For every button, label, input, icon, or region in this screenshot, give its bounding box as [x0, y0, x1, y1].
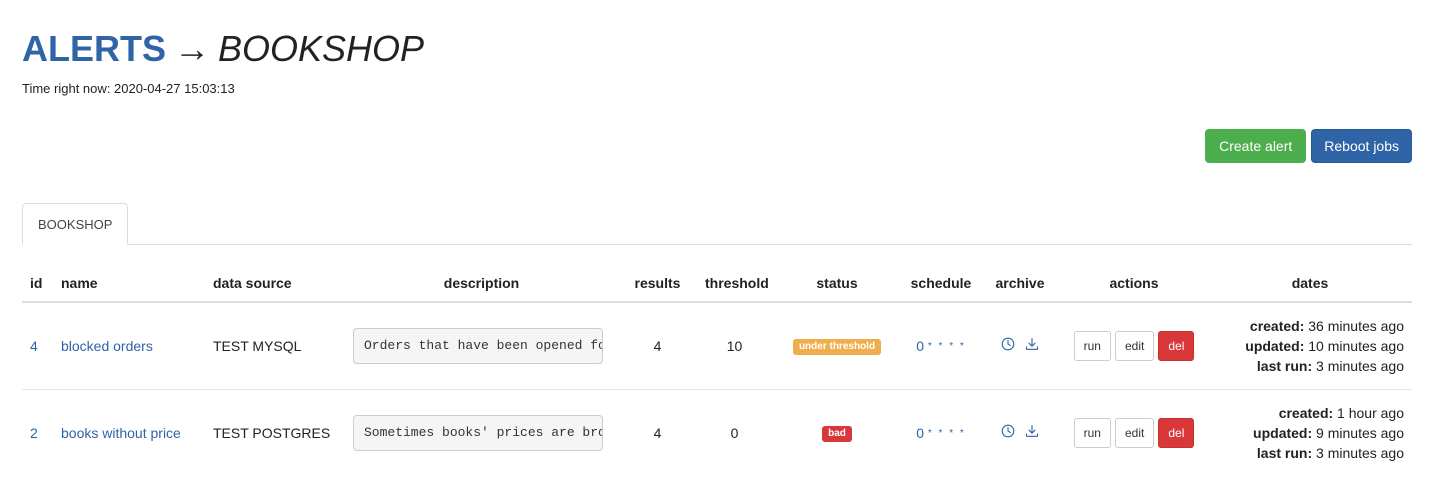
- alerts-table: id name data source description results …: [22, 264, 1412, 476]
- column-header-archive: archive: [980, 264, 1060, 303]
- schedule-stars: * * * *: [927, 340, 966, 352]
- results-cell: 4: [653, 424, 662, 441]
- top-actions: Create alert Reboot jobs: [1205, 129, 1412, 163]
- description-field[interactable]: Orders that have been opened fo: [353, 327, 603, 364]
- archive-icons: [1001, 424, 1039, 441]
- schedule-minute: 0: [916, 424, 924, 441]
- clock-icon[interactable]: [1001, 337, 1015, 354]
- column-header-name: name: [53, 264, 205, 303]
- schedule-stars: * * * *: [927, 427, 966, 439]
- edit-button[interactable]: edit: [1114, 330, 1155, 361]
- tab-bar: BOOKSHOP: [22, 203, 1412, 245]
- schedule-link[interactable]: 0 * * * *: [916, 425, 966, 441]
- current-time-label: Time right now:: [22, 81, 111, 96]
- page-title: ALERTS → BOOKSHOP: [22, 28, 424, 70]
- status-badge: under threshold: [792, 339, 882, 356]
- delete-button[interactable]: del: [1158, 330, 1195, 361]
- column-header-dates: dates: [1208, 264, 1412, 303]
- last-run-value: 3 minutes ago: [1316, 444, 1404, 461]
- data-source-cell: TEST POSTGRES: [213, 424, 331, 441]
- last-run-label: last run:: [1256, 357, 1313, 374]
- download-icon[interactable]: [1025, 424, 1039, 441]
- column-header-id: id: [22, 264, 53, 303]
- delete-button[interactable]: del: [1158, 417, 1195, 448]
- created-label: created:: [1278, 404, 1334, 421]
- created-value: 1 hour ago: [1337, 404, 1404, 421]
- column-header-status: status: [772, 264, 902, 303]
- column-header-schedule: schedule: [902, 264, 980, 303]
- updated-value: 9 minutes ago: [1316, 424, 1404, 441]
- column-header-description: description: [345, 264, 618, 303]
- archive-icons: [1001, 337, 1039, 354]
- run-button[interactable]: run: [1073, 330, 1111, 361]
- download-icon[interactable]: [1025, 337, 1039, 354]
- current-time-value: 2020-04-27 15:03:13: [114, 81, 235, 96]
- threshold-cell: 0: [730, 424, 739, 441]
- column-header-data-source: data source: [205, 264, 345, 303]
- create-alert-button[interactable]: Create alert: [1205, 129, 1307, 163]
- schedule-link[interactable]: 0 * * * *: [916, 338, 966, 354]
- created-value: 36 minutes ago: [1308, 317, 1404, 334]
- schedule-minute: 0: [916, 337, 924, 354]
- tab-bookshop[interactable]: BOOKSHOP: [22, 203, 129, 245]
- alert-id-link[interactable]: 2: [30, 425, 38, 441]
- data-source-cell: TEST MYSQL: [205, 302, 345, 390]
- edit-button[interactable]: edit: [1114, 417, 1155, 448]
- results-cell: 4: [618, 302, 697, 390]
- last-run-value: 3 minutes ago: [1316, 357, 1404, 374]
- breadcrumb-arrow: →: [174, 28, 210, 69]
- run-button[interactable]: run: [1073, 417, 1111, 448]
- reboot-jobs-button[interactable]: Reboot jobs: [1311, 129, 1412, 163]
- table-header-row: id name data source description results …: [22, 264, 1412, 303]
- status-badge: bad: [822, 426, 852, 443]
- breadcrumb-alerts-link[interactable]: ALERTS: [22, 28, 166, 69]
- alert-name-link[interactable]: books without price: [61, 425, 181, 441]
- description-field[interactable]: Sometimes books' prices are bro: [353, 414, 603, 451]
- updated-value: 10 minutes ago: [1308, 337, 1404, 354]
- table-row: 2 books without price TEST POSTGRES Some…: [22, 389, 1412, 476]
- updated-label: updated:: [1253, 424, 1313, 441]
- created-label: created:: [1249, 317, 1305, 334]
- dates-cell: created: 36 minutes ago updated: 10 minu…: [1208, 302, 1412, 390]
- updated-label: updated:: [1245, 337, 1305, 354]
- table-row: 4 blocked orders TEST MYSQL Orders that …: [22, 302, 1412, 390]
- alert-name-link[interactable]: blocked orders: [61, 338, 153, 354]
- column-header-threshold: threshold: [697, 264, 772, 303]
- clock-icon[interactable]: [1001, 424, 1015, 441]
- last-run-label: last run:: [1256, 444, 1313, 461]
- alert-id-link[interactable]: 4: [30, 338, 38, 354]
- row-actions: run edit del: [1073, 330, 1195, 361]
- row-actions: run edit del: [1073, 417, 1195, 448]
- dates-cell: created: 1 hour ago updated: 9 minutes a…: [1208, 389, 1412, 476]
- threshold-cell: 10: [697, 302, 772, 390]
- column-header-results: results: [618, 264, 697, 303]
- breadcrumb-current: BOOKSHOP: [218, 28, 425, 69]
- column-header-actions: actions: [1060, 264, 1208, 303]
- current-time: Time right now: 2020-04-27 15:03:13: [22, 81, 235, 96]
